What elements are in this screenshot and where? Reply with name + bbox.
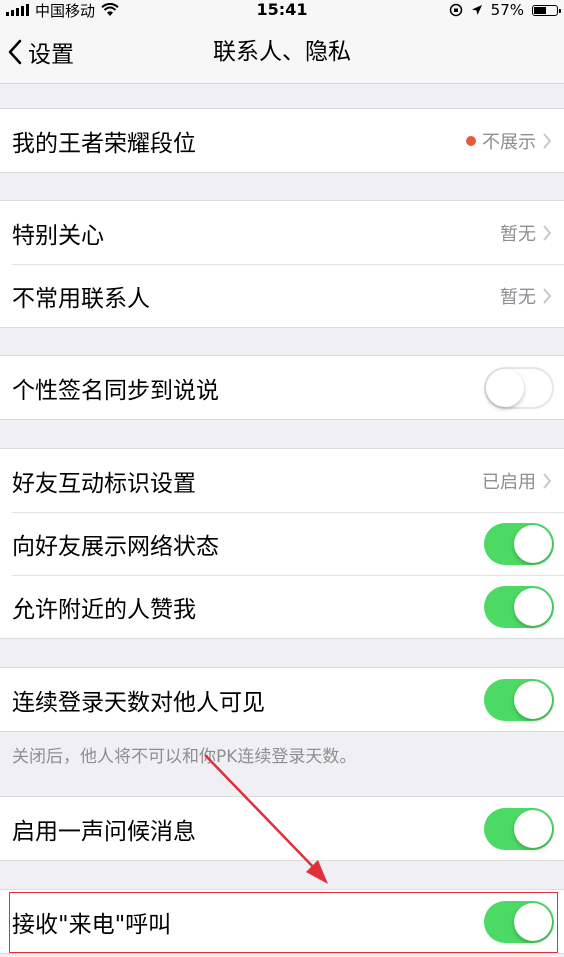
page-title: 联系人、隐私 [213, 39, 351, 65]
row-rank[interactable]: 我的王者荣耀段位 不展示 [0, 109, 564, 172]
row-label: 不常用联系人 [12, 285, 150, 312]
row-infrequent-contacts[interactable]: 不常用联系人 暂无 [0, 264, 564, 327]
row-label: 向好友展示网络状态 [12, 533, 219, 560]
battery-percent: 57% [490, 1, 524, 19]
row-special-care[interactable]: 特别关心 暂无 [0, 201, 564, 264]
nav-bar: 设置 联系人、隐私 [0, 20, 564, 84]
row-label: 特别关心 [12, 222, 104, 249]
annotation-highlight-box [9, 892, 558, 953]
login-days-toggle[interactable] [484, 678, 554, 721]
row-value: 已启用 [482, 471, 536, 493]
row-greeting: 启用一声问候消息 [0, 797, 564, 860]
row-network-status: 向好友展示网络状态 [0, 512, 564, 575]
network-status-toggle[interactable] [484, 522, 554, 565]
row-label: 个性签名同步到说说 [12, 377, 219, 404]
group-rank: 我的王者荣耀段位 不展示 [0, 108, 564, 173]
row-login-days: 连续登录天数对他人可见 [0, 668, 564, 731]
chevron-right-icon [543, 132, 552, 149]
row-value: 暂无 [500, 223, 536, 245]
row-value: 暂无 [500, 286, 536, 308]
row-nearby-like: 允许附近的人赞我 [0, 575, 564, 638]
greeting-toggle[interactable] [484, 807, 554, 850]
group-login-days: 连续登录天数对他人可见 [0, 667, 564, 732]
location-icon [471, 5, 482, 15]
rotation-lock-icon [449, 3, 462, 17]
chevron-right-icon [543, 224, 552, 241]
red-dot-badge [466, 135, 476, 146]
nearby-like-toggle[interactable] [484, 585, 554, 628]
row-label: 启用一声问候消息 [12, 818, 196, 845]
row-interaction-mark[interactable]: 好友互动标识设置 已启用 [0, 449, 564, 512]
chevron-right-icon [543, 287, 552, 304]
footnote: 关闭后，他人将不可以和你PK连续登录天数。 [12, 747, 357, 767]
battery-icon [532, 4, 561, 16]
signature-sync-toggle[interactable] [484, 366, 554, 409]
row-value: 不展示 [482, 131, 536, 153]
row-signature-sync: 个性签名同步到说说 [0, 356, 564, 419]
status-bar: 中国移动 15:41 57% [0, 0, 564, 20]
row-label: 允许附近的人赞我 [12, 596, 196, 623]
group-signature: 个性签名同步到说说 [0, 355, 564, 420]
chevron-right-icon [543, 472, 552, 489]
group-greeting: 启用一声问候消息 [0, 796, 564, 861]
row-label: 连续登录天数对他人可见 [12, 689, 265, 716]
row-label: 我的王者荣耀段位 [12, 130, 196, 157]
group-friends: 好友互动标识设置 已启用 向好友展示网络状态 允许附近的人赞我 [0, 448, 564, 639]
row-label: 好友互动标识设置 [12, 470, 196, 497]
group-contacts: 特别关心 暂无 不常用联系人 暂无 [0, 200, 564, 328]
